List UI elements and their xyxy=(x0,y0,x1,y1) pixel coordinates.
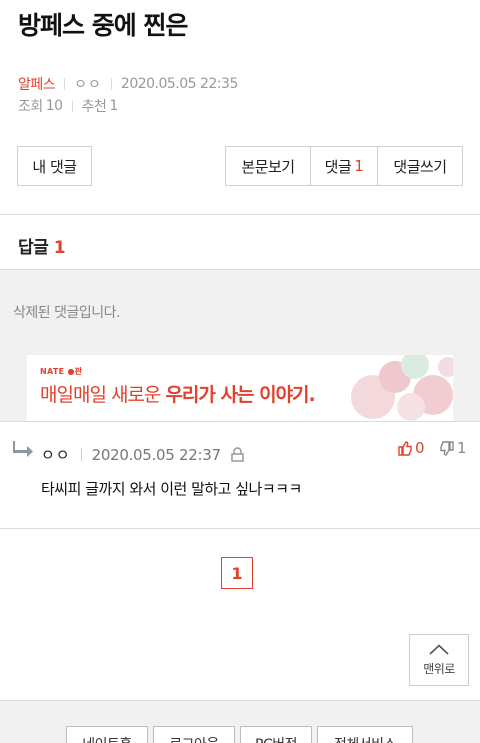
chevron-up-icon xyxy=(429,643,449,655)
post-category[interactable]: 알페스 xyxy=(18,74,56,94)
deleted-comment-notice: 삭제된 댓글입니다. xyxy=(13,305,120,321)
scroll-to-top-button[interactable]: 맨위로 xyxy=(409,634,469,686)
thumbs-down-icon xyxy=(440,440,454,456)
comment-text: 타씨피 글까지 와서 이런 말하고 싶나ㅋㅋㅋ xyxy=(41,480,302,498)
replies-heading: 답글 1 xyxy=(18,233,66,258)
page-number-current[interactable]: 1 xyxy=(221,557,253,589)
divider xyxy=(71,100,73,112)
page: 방페스 중에 찐은 알페스 ㅇㅇ 2020.05.05 22:35 조회 10 … xyxy=(0,0,480,743)
thumbs-up-icon xyxy=(398,440,412,456)
replies-label: 답글 xyxy=(18,238,49,258)
dislike-button[interactable]: 1 xyxy=(440,439,467,457)
lock-icon[interactable] xyxy=(230,447,244,462)
section-divider xyxy=(0,214,480,215)
ad-decoration-image xyxy=(351,355,453,421)
post-title: 방페스 중에 찐은 xyxy=(18,11,188,40)
post-author: ㅇㅇ xyxy=(74,77,102,93)
reply-arrow-icon xyxy=(13,441,33,457)
divider xyxy=(80,448,82,461)
footer-link-nate-home[interactable]: 네이트홈 xyxy=(66,726,148,743)
divider xyxy=(64,78,66,90)
post-datetime: 2020.05.05 22:35 xyxy=(120,76,238,92)
like-button[interactable]: 0 xyxy=(398,439,425,457)
views-label: 조회 xyxy=(18,99,43,115)
comments-label: 댓글 xyxy=(324,157,352,176)
footer-link-all-services[interactable]: 전체서비스 xyxy=(317,726,413,743)
ad-logo: NATE ●판 xyxy=(40,367,83,376)
post-stats-row: 조회 10 추천 1 xyxy=(18,96,118,116)
comment-meta: ㅇㅇ 2020.05.05 22:37 xyxy=(41,444,244,465)
replies-count: 1 xyxy=(53,238,66,258)
comment-author: ㅇㅇ xyxy=(41,446,71,464)
comments-count: 1 xyxy=(354,157,364,175)
footer-link-logout[interactable]: 로그아웃 xyxy=(153,726,235,743)
post-meta-row: 알페스 ㅇㅇ 2020.05.05 22:35 xyxy=(18,74,238,94)
view-post-button[interactable]: 본문보기 xyxy=(226,147,311,185)
comment-datetime: 2020.05.05 22:37 xyxy=(91,445,221,464)
ad-text-normal: 매일매일 새로운 xyxy=(40,384,166,406)
like-count: 0 xyxy=(415,439,425,457)
my-comments-button[interactable]: 내 댓글 xyxy=(17,146,92,186)
ad-banner[interactable]: NATE ●판 매일매일 새로운 우리가 사는 이야기. xyxy=(27,355,453,421)
ad-text-bold: 우리가 사는 이야기. xyxy=(165,384,315,406)
dislike-count: 1 xyxy=(457,439,467,457)
write-comment-button[interactable]: 댓글쓰기 xyxy=(378,147,462,185)
post-actions-group: 본문보기 댓글 1 댓글쓰기 xyxy=(225,146,463,186)
footer-link-pc-version[interactable]: PC버전 xyxy=(240,726,312,743)
comment-item xyxy=(0,421,480,529)
recommend-label: 추천 xyxy=(81,99,107,115)
views-count: 10 xyxy=(45,98,63,114)
divider xyxy=(110,78,112,90)
recommend-count: 1 xyxy=(109,98,118,114)
scroll-to-top-label: 맨위로 xyxy=(423,661,455,676)
ad-text: 매일매일 새로운 우리가 사는 이야기. xyxy=(40,380,316,407)
comments-button[interactable]: 댓글 1 xyxy=(311,147,378,185)
